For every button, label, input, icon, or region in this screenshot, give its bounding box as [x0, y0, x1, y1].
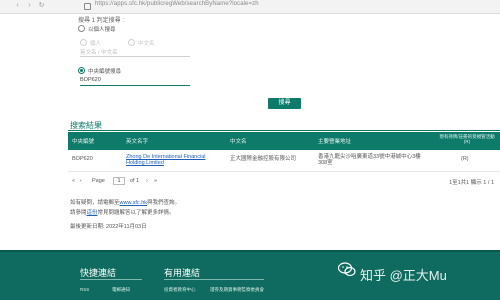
- column-header-address[interactable]: 主要營業地址: [318, 137, 351, 145]
- results-table-header: 中央編號 英文名字 中文名 主要營業地址 現有持牌/註冊的受規管活動 (R): [68, 132, 500, 150]
- footer-link-useful-1[interactable]: 投資者教育中心: [164, 287, 196, 293]
- useful-links-title: 有用連結: [164, 268, 201, 278]
- last-updated: 最後更新日期: 2022年11月03日: [70, 224, 147, 230]
- search-question-title: 搜尋 1 判定搜尋 :: [78, 18, 125, 24]
- footer-link-email-alerts[interactable]: 電郵通知: [112, 287, 130, 293]
- footer-link-useful-2[interactable]: 證券及期貨事務監察委員會: [210, 287, 264, 293]
- cell-ce-number: BOP620: [72, 156, 93, 162]
- contact-note-suffix: 與我們查詢。: [147, 200, 181, 206]
- footer-top-border: [0, 250, 500, 252]
- watermark-text: 知乎 @正大Mu: [360, 268, 447, 283]
- url-text[interactable]: https://apps.sfc.hk/publicregWeb/searchB…: [95, 1, 259, 7]
- faq-note-text: 請參閱: [70, 210, 87, 216]
- last-page-icon[interactable]: »: [154, 178, 157, 184]
- page-label: Page: [92, 178, 105, 184]
- useful-links-underline: [164, 279, 264, 280]
- back-arrow-icon[interactable]: ‹: [14, 2, 21, 9]
- page-number-input[interactable]: 1: [113, 177, 125, 185]
- radio-search-by-ce-number[interactable]: [78, 67, 85, 74]
- cell-chinese-name: 正大國際金融控股有限公司: [230, 156, 297, 162]
- ce-number-input[interactable]: BOP620: [80, 77, 190, 86]
- faq-link[interactable]: 這份: [87, 210, 98, 216]
- column-header-chinese-name[interactable]: 中文名: [230, 137, 247, 145]
- sub-option-label-1: 個人: [90, 41, 102, 47]
- search-form: 搜尋 1 判定搜尋 : 以個人搜尋 個人 中文名 英文名 / 中文名 中央編號搜…: [72, 12, 432, 112]
- contact-note-text: 如有疑問，請電郵至: [70, 200, 120, 206]
- radio-sub-individual[interactable]: [80, 39, 87, 46]
- prev-page-icon[interactable]: ‹: [80, 178, 82, 184]
- pagination-summary: 1至1共1 顯示 1 / 1: [449, 180, 494, 186]
- contact-note: 如有疑問，請電郵至www.sfc.hk與我們查詢。: [70, 198, 180, 206]
- cell-address: 香港九龍尖沙咀廣東道33號中港城中心3樓 308室: [318, 154, 421, 166]
- contact-email-link[interactable]: www.sfc.hk: [120, 200, 148, 206]
- name-input[interactable]: 英文名 / 中文名: [80, 48, 190, 57]
- search-button[interactable]: 搜尋: [268, 98, 301, 109]
- quick-links-title: 快捷連結: [80, 268, 117, 278]
- radio-label-individual: 以個人搜尋: [88, 27, 116, 33]
- lock-icon: [84, 3, 91, 10]
- table-row[interactable]: BOP620 Zhong De International Financial …: [68, 150, 500, 172]
- forward-arrow-icon[interactable]: ›: [26, 2, 33, 9]
- column-header-activities[interactable]: 現有持牌/註冊的受規管活動 (R): [438, 134, 496, 144]
- cell-activities: (R): [461, 156, 469, 162]
- reload-icon[interactable]: ↻: [38, 2, 45, 9]
- results-divider: [68, 130, 500, 131]
- radio-label-ce-number: 中央編號搜尋: [88, 69, 122, 75]
- quick-links-underline: [80, 279, 142, 280]
- wechat-icon: [338, 262, 356, 277]
- cell-english-name-link[interactable]: Zhong De International Financial Holding…: [126, 154, 218, 166]
- next-page-icon[interactable]: ›: [146, 178, 148, 184]
- faq-note: 請參閱這份常見問題解答以了解更多詳情。: [70, 208, 175, 216]
- faq-note-suffix: 常見問題解答以了解更多詳情。: [97, 210, 175, 216]
- radio-sub-chinese-name[interactable]: [128, 39, 135, 46]
- sub-option-label-2: 中文名: [138, 41, 155, 47]
- page-of-label: of 1: [130, 178, 140, 184]
- first-page-icon[interactable]: «: [72, 178, 75, 184]
- footer-link-rss[interactable]: RSS: [80, 287, 89, 292]
- column-header-ce-number[interactable]: 中央編號: [72, 137, 94, 145]
- radio-search-by-individual[interactable]: [78, 25, 85, 32]
- pagination: « ‹ Page 1 of 1 › » 1至1共1 顯示 1 / 1: [68, 176, 500, 188]
- column-header-english-name[interactable]: 英文名字: [126, 137, 148, 145]
